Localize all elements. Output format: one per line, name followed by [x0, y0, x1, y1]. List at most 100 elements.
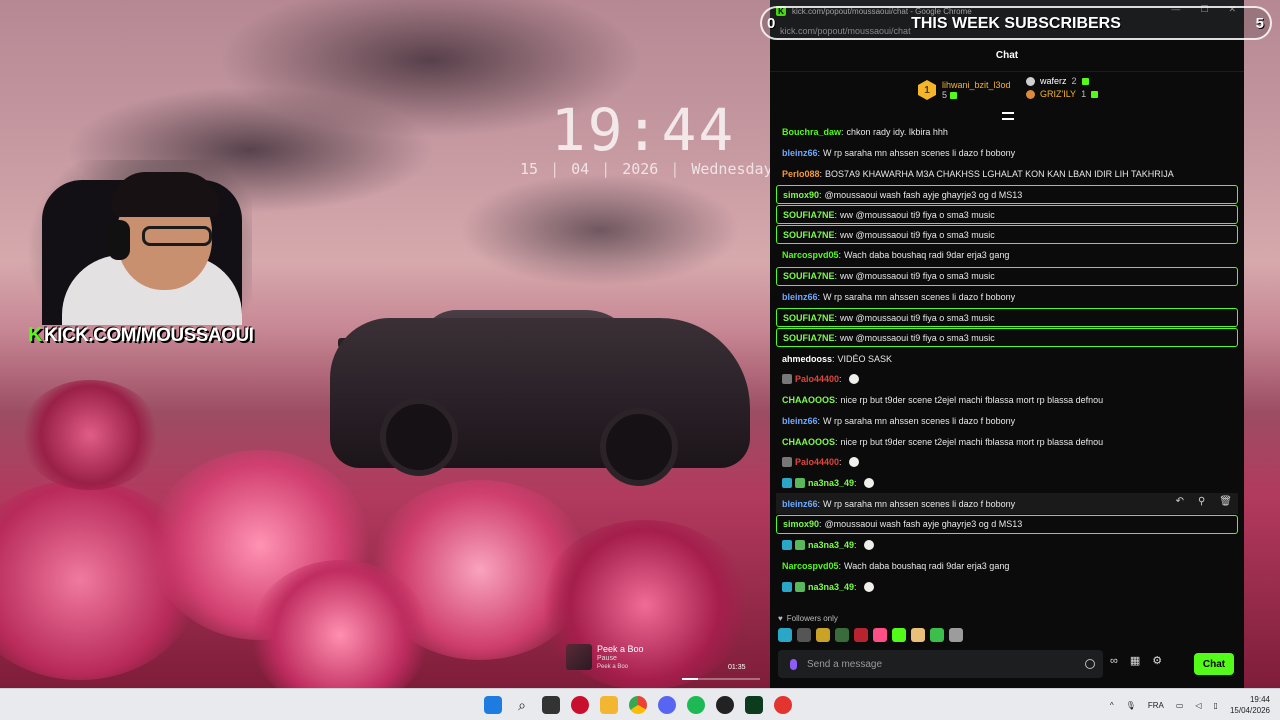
emote-icon[interactable]	[873, 628, 887, 642]
chat-username[interactable]: SOUFIA7NE	[783, 313, 835, 323]
emote-icon[interactable]	[949, 628, 963, 642]
chat-username[interactable]: Perlo088	[782, 169, 820, 179]
username-separator: :	[839, 457, 842, 468]
file-explorer-icon[interactable]	[600, 696, 618, 714]
infinity-icon[interactable]: ∞	[1110, 655, 1118, 667]
settings-icon[interactable]: ⚙	[1152, 654, 1162, 667]
discord-icon[interactable]	[658, 696, 676, 714]
volume-icon[interactable]: ◁	[1195, 701, 1201, 710]
chat-username[interactable]: bleinz66	[782, 292, 818, 302]
chat-message[interactable]: na3na3_49:	[776, 535, 1238, 556]
chat-username[interactable]: Narcospvd05	[782, 250, 839, 260]
music-progress-bar[interactable]	[682, 678, 760, 680]
leaderboard-entry-name: waferz	[1040, 76, 1067, 86]
chat-username[interactable]: na3na3_49	[808, 582, 854, 592]
chat-message-list[interactable]: Bouchra_daw: chkon rady idy. lkbira hhh bl…	[776, 122, 1238, 597]
emote-icon	[848, 457, 859, 468]
emote-icon[interactable]	[911, 628, 925, 642]
delete-icon[interactable]: 🗑	[1219, 496, 1232, 507]
leaderboard-first[interactable]: 1 lihwani_bzit_l3od 5	[918, 80, 1011, 100]
chat-message[interactable]: ahmedooss: VIDÉO SASK	[776, 348, 1238, 369]
chat-username[interactable]: SOUFIA7NE	[783, 333, 835, 343]
chat-username[interactable]: SOUFIA7NE	[783, 210, 835, 220]
emote-icon[interactable]	[797, 628, 811, 642]
chat-message[interactable]: Bouchra_daw: chkon rady idy. lkbira hhh	[776, 122, 1238, 143]
chat-message[interactable]: bleinz66: W rp saraha mn ahssen scenes li…	[776, 493, 1238, 514]
followers-only-label: Followers only	[786, 614, 838, 623]
chat-message[interactable]: Palo44400:	[776, 452, 1238, 473]
chat-username[interactable]: na3na3_49	[808, 540, 854, 550]
chat-message[interactable]: na3na3_49:	[776, 576, 1238, 597]
taskbar-clock[interactable]: 19:44 15/04/2026	[1230, 694, 1270, 716]
chat-username[interactable]: na3na3_49	[808, 478, 854, 488]
emote-icon[interactable]	[816, 628, 830, 642]
emote-icon[interactable]	[835, 628, 849, 642]
chat-message[interactable]: Perlo088: BOS7A9 KHAWARHA M3A CHAKHSS LGH…	[776, 163, 1238, 184]
send-chat-button[interactable]: Chat	[1194, 653, 1234, 675]
chat-username[interactable]: CHAAOOOS	[782, 437, 835, 447]
music-status[interactable]: Pause	[597, 655, 617, 662]
chat-username[interactable]: Bouchra_daw	[782, 127, 841, 137]
chat-username[interactable]: simox90	[783, 190, 819, 200]
streamer-hair	[112, 172, 220, 217]
tray-overflow-icon[interactable]: ^	[1110, 701, 1114, 710]
chat-message[interactable]: SOUFIA7NE: ww @moussaoui ti9 fiya o sma3 …	[776, 205, 1238, 225]
chat-username[interactable]: CHAAOOOS	[782, 395, 835, 405]
tray-mic-icon[interactable]: 🎙	[1126, 701, 1136, 710]
emote-icon[interactable]	[930, 628, 944, 642]
chat-message[interactable]: CHAAOOOS: nice rp but t9der scene t2ejel …	[776, 431, 1238, 452]
app-red-icon[interactable]	[571, 696, 589, 714]
network-icon[interactable]: ▭	[1176, 701, 1184, 710]
chat-message[interactable]: Narcospvd05: Wach daba boushaq radi 9dar …	[776, 556, 1238, 577]
chat-message[interactable]: simox90: @moussaoui wash fash ayje ghayrj…	[776, 185, 1238, 205]
chat-username[interactable]: bleinz66	[782, 148, 818, 158]
emote-icon[interactable]	[854, 628, 868, 642]
chrome-icon[interactable]	[629, 696, 647, 714]
windows-start-icon[interactable]	[484, 696, 502, 714]
date-month: 04	[571, 160, 590, 178]
chat-message[interactable]: CHAAOOOS: nice rp but t9der scene t2ejel …	[776, 390, 1238, 411]
leaderboard-entry[interactable]: GRIZ'ILY 1	[1026, 89, 1099, 99]
system-tray: ^ 🎙 FRA ▭ ◁ ▯ 19:44 15/04/2026	[1110, 694, 1270, 716]
collapse-handle-icon[interactable]	[1002, 112, 1014, 120]
chat-message[interactable]: bleinz66: W rp saraha mn ahssen scenes li…	[776, 143, 1238, 164]
chat-username[interactable]: bleinz66	[782, 499, 818, 509]
chat-message-text: VIDÉO SASK	[837, 353, 893, 364]
chat-username[interactable]: Palo44400	[795, 457, 839, 467]
chat-username[interactable]: bleinz66	[782, 416, 818, 426]
language-indicator[interactable]: FRA	[1148, 701, 1164, 710]
chat-username[interactable]: Narcospvd05	[782, 561, 839, 571]
leaderboard-entry[interactable]: waferz 2	[1026, 76, 1098, 86]
emote-icon[interactable]	[892, 628, 906, 642]
chat-message-input[interactable]	[807, 658, 1057, 670]
chat-message[interactable]: na3na3_49:	[776, 473, 1238, 494]
reply-icon[interactable]: ↶	[1176, 496, 1184, 507]
app-red-2-icon[interactable]	[774, 696, 792, 714]
chat-message[interactable]: bleinz66: W rp saraha mn ahssen scenes li…	[776, 411, 1238, 432]
task-view-icon[interactable]	[542, 696, 560, 714]
chat-message[interactable]: simox90: @moussaoui wash fash ayje ghayrj…	[776, 514, 1238, 534]
chat-username[interactable]: Palo44400	[795, 374, 839, 384]
chat-username[interactable]: simox90	[783, 519, 819, 529]
chat-username[interactable]: SOUFIA7NE	[783, 271, 835, 281]
battery-icon[interactable]: ▯	[1214, 701, 1218, 710]
chat-message[interactable]: bleinz66: W rp saraha mn ahssen scenes li…	[776, 287, 1238, 308]
pin-icon[interactable]: ⚲	[1198, 496, 1205, 507]
chat-message[interactable]: SOUFIA7NE: ww @moussaoui ti9 fiya o sma3 …	[776, 266, 1238, 286]
chat-message[interactable]: SOUFIA7NE: ww @moussaoui ti9 fiya o sma3 …	[776, 328, 1238, 348]
chat-username[interactable]: ahmedooss	[782, 354, 832, 364]
emote-icon[interactable]	[778, 628, 792, 642]
chat-message[interactable]: Palo44400:	[776, 369, 1238, 390]
app-dark-icon[interactable]	[716, 696, 734, 714]
chat-message[interactable]: SOUFIA7NE: ww @moussaoui ti9 fiya o sma3 …	[776, 308, 1238, 328]
emoji-picker-icon[interactable]	[1085, 659, 1095, 669]
app-green-icon[interactable]	[745, 696, 763, 714]
chat-message[interactable]: SOUFIA7NE: ww @moussaoui ti9 fiya o sma3 …	[776, 225, 1238, 245]
chat-username[interactable]: SOUFIA7NE	[783, 230, 835, 240]
chat-message[interactable]: Narcospvd05: Wach daba boushaq radi 9dar …	[776, 245, 1238, 266]
microphone-icon[interactable]	[790, 658, 797, 670]
store-icon[interactable]: ▦	[1130, 654, 1140, 667]
spotify-icon[interactable]	[687, 696, 705, 714]
search-icon[interactable]: ⌕	[513, 696, 531, 714]
music-widget[interactable]: Peek a Boo Pause Peek a Boo 01:35	[566, 644, 762, 684]
